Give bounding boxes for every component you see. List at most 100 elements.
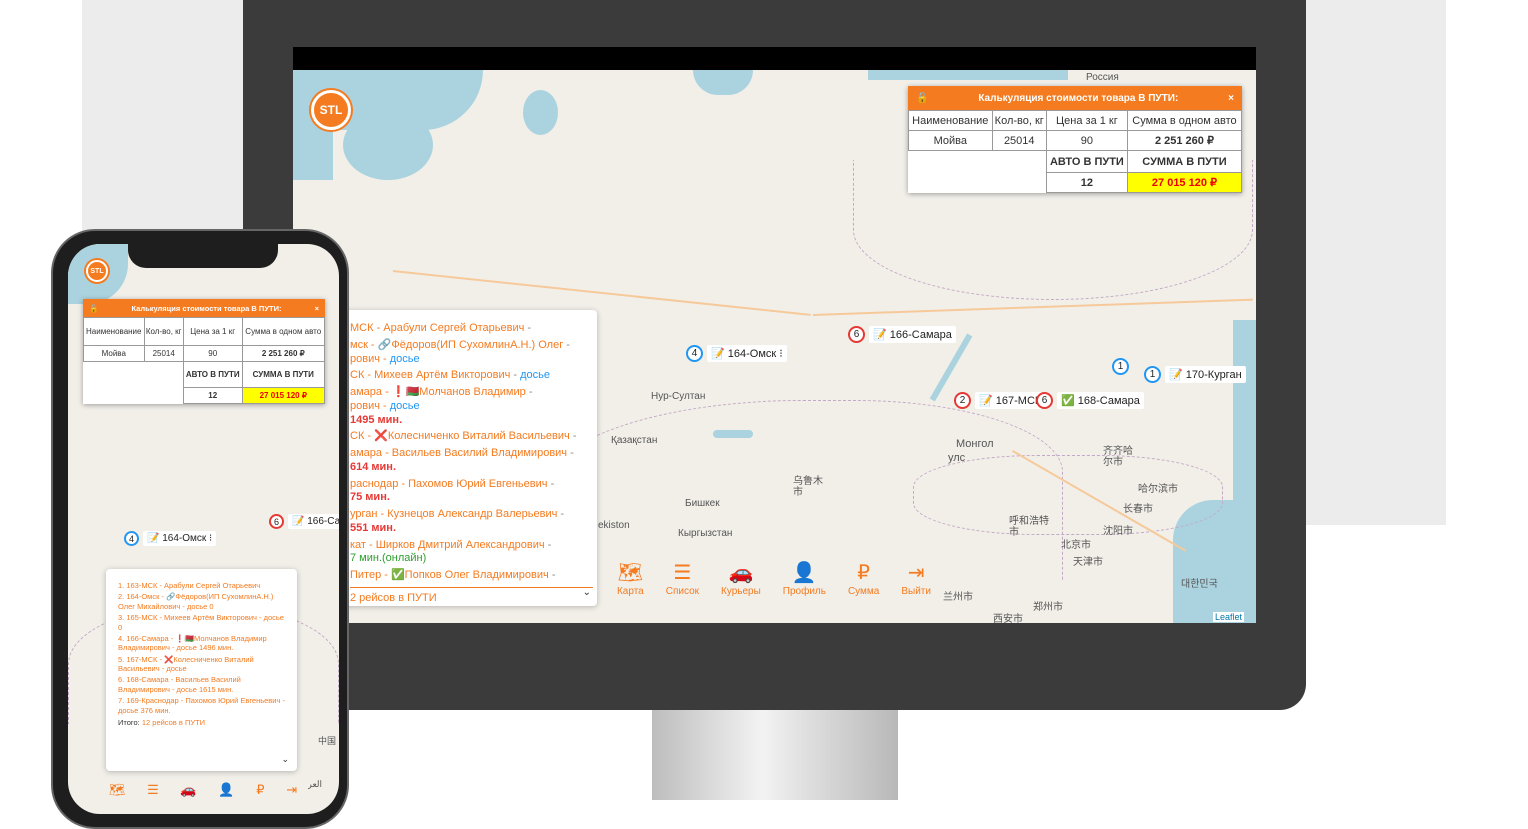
list-item[interactable]: амара - Васильев Василий Владимирович - … <box>350 447 593 475</box>
chevron-down-icon[interactable]: ⌄ <box>281 754 289 765</box>
phone-nav-item-Сумма[interactable]: ₽ <box>256 783 264 809</box>
map-label-kyrgyzstan: Кыргызстан <box>678 528 733 539</box>
calc-th-cars: АВТО В ПУТИ <box>182 361 243 388</box>
dossier-link[interactable]: досье <box>520 369 550 381</box>
list-item[interactable]: СК - ❌Колесниченко Виталий Васильевич - <box>350 430 593 444</box>
marker-count: 6 <box>848 326 865 343</box>
calc-th-qty: Кол-во, кг <box>143 317 184 346</box>
list-item[interactable]: МСК - Арабули Сергей Отарьевич - <box>350 322 593 336</box>
phone-notch <box>128 236 278 268</box>
nav-item-Выйти[interactable]: ⇥ Выйти <box>901 563 931 599</box>
marker-166-samara[interactable]: 6 📝 166-Самара <box>848 326 956 343</box>
calc-th-name: Наименование <box>83 317 145 346</box>
map-icon: 🗺 <box>108 782 126 797</box>
list-item[interactable]: раснодар - Пахомов Юрий Евгеньевич - 75 … <box>350 478 593 506</box>
marker-170-kurgan[interactable]: 1 📝 170-Курган <box>1144 366 1246 383</box>
calc-th-sum: Сумма в одном авто <box>1126 110 1243 131</box>
marker-164-omsk[interactable]: 4 📝 164-Омск ⁝ <box>686 345 787 362</box>
phone-nav-item-Курьеры[interactable]: 🚗 <box>180 783 196 809</box>
lock-icon[interactable]: 🔓 <box>89 304 98 313</box>
calc-title: Калькуляция стоимости товара В ПУТИ: <box>978 92 1179 104</box>
marker-label: ✅ 168-Самара <box>1057 392 1144 409</box>
list-item[interactable]: СК - Михеев Артём Викторович - досье <box>350 369 593 383</box>
list-item[interactable]: 3. 165-МСК - Михеев Артём Викторович - д… <box>118 613 287 632</box>
list-item[interactable]: 6. 168-Самара - Васильев Василий Владими… <box>118 675 287 694</box>
trips-list[interactable]: МСК - Арабули Сергей Отарьевич - мск - 🔗… <box>338 310 597 606</box>
monitor-stand <box>652 710 898 800</box>
marker-167-msk[interactable]: 2 📝 167-МСК <box>954 392 1046 409</box>
minutes: 614 мин. <box>350 460 397 473</box>
dossier-link[interactable]: досье <box>390 353 420 365</box>
marker-count: 4 <box>686 345 703 362</box>
minutes: 551 мин. <box>350 521 397 534</box>
nav-label: Карта <box>616 586 644 597</box>
phone-nav-item-Список[interactable]: ☰ <box>147 783 159 809</box>
nav-label: Список <box>665 586 700 597</box>
minutes: 75 мин. <box>350 491 390 504</box>
leaflet-attribution[interactable]: Leaflet <box>1213 612 1245 622</box>
phone-calc-table: Наименование Кол-во, кг Цена за 1 кг Сум… <box>83 317 326 404</box>
map-label-beijing: 北京市 <box>1061 540 1091 551</box>
desktop-screen: Россия Нур-Султан Қазақстан Бишкек Кыргы… <box>293 47 1256 623</box>
lock-icon[interactable]: 🔓 <box>916 93 928 104</box>
map-label-harbin: 哈尔滨市 <box>1138 484 1178 495</box>
nav-item-Сумма[interactable]: ₽ Сумма <box>848 563 879 599</box>
map-label-shenyang: 沈阳市 <box>1103 526 1133 537</box>
stl-logo: STL <box>311 90 351 130</box>
list-item[interactable]: урган - Кузнецов Александр Валерьевич - … <box>350 508 593 536</box>
nav-item-Список[interactable]: ☰ Список <box>666 563 699 599</box>
phone-marker-166-samara[interactable]: 6 📝 166-Са <box>269 514 339 529</box>
list-item[interactable]: Питер - ✅Попков Олег Владимирович - <box>350 569 593 583</box>
phone-trips-total: Итого: 12 рейсов в ПУТИ <box>118 717 206 727</box>
list-item[interactable]: кат - Ширков Дмитрий Александрович - 7 м… <box>350 539 593 567</box>
list-item[interactable]: амара - ❗🇧🇾Молчанов Владимир - рович - д… <box>350 386 593 427</box>
trips-total: 2 рейсов в ПУТИ <box>350 586 593 604</box>
nav-item-Курьеры[interactable]: 🚗 Курьеры <box>721 563 761 599</box>
calc-th-cars: АВТО В ПУТИ <box>1045 150 1128 173</box>
close-icon[interactable]: × <box>1228 93 1234 104</box>
calc-cell-price: 90 <box>182 345 243 362</box>
calc-cell-qty: 25014 <box>143 345 184 362</box>
phone-nav-item-Выйти[interactable]: ⇥ <box>286 783 297 809</box>
dossier-link[interactable]: досье <box>390 400 420 412</box>
calc-th-name: Наименование <box>908 110 993 131</box>
list-item[interactable]: мск - 🔗Фёдоров(ИП СухомлинА.Н.) Олег - р… <box>350 339 593 367</box>
list-item[interactable]: 4. 166-Самара - ❗🇧🇾Молчанов Владимир Вла… <box>118 634 287 653</box>
map-label-china: 中国 <box>318 736 337 746</box>
calc-total-value: 27 015 120 ₽ <box>241 387 326 404</box>
map-label-kazakhstan: Қазақстан <box>611 435 658 446</box>
nav-item-Карта[interactable]: 🗺 Карта <box>617 563 644 599</box>
map-label-tashkent: ekiston <box>598 520 630 531</box>
list-item[interactable]: 7. 169-Краснодар - Пахомов Юрий Евгеньев… <box>118 696 287 715</box>
marker-count: 6 <box>269 514 284 529</box>
marker-168-samara[interactable]: 6 ✅ 168-Самара <box>1036 392 1144 409</box>
nav-label: Выйти <box>901 586 931 597</box>
phone-nav-item-Карта[interactable]: 🗺 <box>109 783 126 809</box>
phone-nav-item-Профиль[interactable]: 👤 <box>218 783 234 809</box>
map-label-qiqihar: 齐齐哈 尔市 <box>1103 446 1133 468</box>
minutes: 1495 мин. <box>350 413 403 426</box>
map-label-nursultan: Нур-Султан <box>651 391 706 402</box>
calc-cars-value: 12 <box>182 387 243 404</box>
phone-screen[interactable]: 中国 العراق STL 🔓 Калькуляция стоимости то… <box>68 244 339 814</box>
close-icon[interactable]: × <box>315 304 319 313</box>
list-item[interactable]: 2. 164-Омск - 🔗Фёдоров(ИП СухомлинА.Н.) … <box>118 592 287 611</box>
marker-label: 📝 164-Омск ⁝ <box>143 531 217 546</box>
list-item[interactable]: 1. 163-МСК - Арабули Сергей Отарьевич <box>118 581 287 590</box>
list-item[interactable]: 5. 167-МСК - ❌Колесниченко Виталий Васил… <box>118 655 287 674</box>
marker-cluster-1[interactable]: 1 <box>1112 358 1129 375</box>
nav-item-Профиль[interactable]: 👤 Профиль <box>783 563 826 599</box>
nav-label: Сумма <box>847 586 880 597</box>
phone-marker-164-omsk[interactable]: 4 📝 164-Омск ⁝ <box>124 531 217 546</box>
map-label-mongolia-2: улс <box>948 452 966 464</box>
desktop-map[interactable]: Россия Нур-Султан Қазақстан Бишкек Кыргы… <box>293 70 1256 623</box>
calc-th-price: Цена за 1 кг <box>182 317 243 346</box>
calc-header: 🔓 Калькуляция стоимости товара В ПУТИ: × <box>908 86 1242 110</box>
chevron-down-icon[interactable]: ⌄ <box>583 587 591 598</box>
phone-trips-list[interactable]: 1. 163-МСК - Арабули Сергей Отарьевич 2. … <box>106 569 297 771</box>
map-label-xian: 西安市 <box>993 614 1023 623</box>
calc-cars-value: 12 <box>1045 172 1128 193</box>
map-label-russia: Россия <box>1086 72 1119 83</box>
minutes: 7 мин.(онлайн) <box>350 552 427 565</box>
map-label-zhengzhou: 郑州市 <box>1033 602 1063 613</box>
